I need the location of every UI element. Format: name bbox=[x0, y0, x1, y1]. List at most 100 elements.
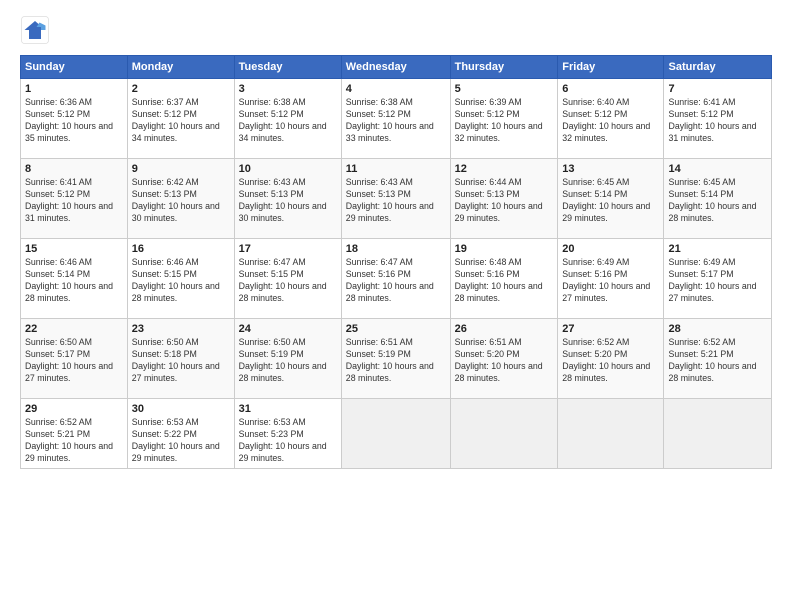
week-row-4: 22 Sunrise: 6:50 AMSunset: 5:17 PMDaylig… bbox=[21, 319, 772, 399]
weekday-header-tuesday: Tuesday bbox=[234, 56, 341, 79]
day-info: Sunrise: 6:46 AMSunset: 5:14 PMDaylight:… bbox=[25, 257, 113, 303]
day-info: Sunrise: 6:44 AMSunset: 5:13 PMDaylight:… bbox=[455, 177, 543, 223]
day-number: 18 bbox=[346, 243, 446, 255]
day-number: 10 bbox=[239, 163, 337, 175]
calendar-cell: 8 Sunrise: 6:41 AMSunset: 5:12 PMDayligh… bbox=[21, 159, 128, 239]
calendar-cell: 7 Sunrise: 6:41 AMSunset: 5:12 PMDayligh… bbox=[664, 79, 772, 159]
weekday-header-sunday: Sunday bbox=[21, 56, 128, 79]
weekday-header-friday: Friday bbox=[558, 56, 664, 79]
calendar-cell: 10 Sunrise: 6:43 AMSunset: 5:13 PMDaylig… bbox=[234, 159, 341, 239]
day-info: Sunrise: 6:38 AMSunset: 5:12 PMDaylight:… bbox=[239, 97, 327, 143]
page: SundayMondayTuesdayWednesdayThursdayFrid… bbox=[0, 0, 792, 612]
week-row-5: 29 Sunrise: 6:52 AMSunset: 5:21 PMDaylig… bbox=[21, 399, 772, 469]
day-info: Sunrise: 6:52 AMSunset: 5:20 PMDaylight:… bbox=[562, 337, 650, 383]
calendar-cell: 9 Sunrise: 6:42 AMSunset: 5:13 PMDayligh… bbox=[127, 159, 234, 239]
calendar-cell: 26 Sunrise: 6:51 AMSunset: 5:20 PMDaylig… bbox=[450, 319, 558, 399]
day-info: Sunrise: 6:36 AMSunset: 5:12 PMDaylight:… bbox=[25, 97, 113, 143]
calendar-cell bbox=[341, 399, 450, 469]
day-info: Sunrise: 6:46 AMSunset: 5:15 PMDaylight:… bbox=[132, 257, 220, 303]
day-number: 30 bbox=[132, 403, 230, 415]
calendar-cell: 15 Sunrise: 6:46 AMSunset: 5:14 PMDaylig… bbox=[21, 239, 128, 319]
day-info: Sunrise: 6:41 AMSunset: 5:12 PMDaylight:… bbox=[25, 177, 113, 223]
calendar-cell: 28 Sunrise: 6:52 AMSunset: 5:21 PMDaylig… bbox=[664, 319, 772, 399]
day-number: 14 bbox=[668, 163, 767, 175]
day-number: 23 bbox=[132, 323, 230, 335]
day-info: Sunrise: 6:53 AMSunset: 5:22 PMDaylight:… bbox=[132, 417, 220, 463]
day-info: Sunrise: 6:52 AMSunset: 5:21 PMDaylight:… bbox=[668, 337, 756, 383]
day-number: 4 bbox=[346, 83, 446, 95]
day-number: 8 bbox=[25, 163, 123, 175]
day-number: 31 bbox=[239, 403, 337, 415]
calendar-cell: 20 Sunrise: 6:49 AMSunset: 5:16 PMDaylig… bbox=[558, 239, 664, 319]
day-number: 6 bbox=[562, 83, 659, 95]
calendar-cell: 18 Sunrise: 6:47 AMSunset: 5:16 PMDaylig… bbox=[341, 239, 450, 319]
day-number: 2 bbox=[132, 83, 230, 95]
calendar-table: SundayMondayTuesdayWednesdayThursdayFrid… bbox=[20, 55, 772, 469]
day-info: Sunrise: 6:53 AMSunset: 5:23 PMDaylight:… bbox=[239, 417, 327, 463]
logo bbox=[20, 15, 54, 45]
calendar-cell: 12 Sunrise: 6:44 AMSunset: 5:13 PMDaylig… bbox=[450, 159, 558, 239]
day-number: 7 bbox=[668, 83, 767, 95]
day-number: 21 bbox=[668, 243, 767, 255]
day-number: 27 bbox=[562, 323, 659, 335]
calendar-cell: 2 Sunrise: 6:37 AMSunset: 5:12 PMDayligh… bbox=[127, 79, 234, 159]
day-info: Sunrise: 6:45 AMSunset: 5:14 PMDaylight:… bbox=[668, 177, 756, 223]
day-info: Sunrise: 6:48 AMSunset: 5:16 PMDaylight:… bbox=[455, 257, 543, 303]
day-number: 24 bbox=[239, 323, 337, 335]
header bbox=[20, 15, 772, 45]
calendar-cell: 16 Sunrise: 6:46 AMSunset: 5:15 PMDaylig… bbox=[127, 239, 234, 319]
calendar-cell: 1 Sunrise: 6:36 AMSunset: 5:12 PMDayligh… bbox=[21, 79, 128, 159]
calendar-cell: 31 Sunrise: 6:53 AMSunset: 5:23 PMDaylig… bbox=[234, 399, 341, 469]
calendar-cell bbox=[558, 399, 664, 469]
calendar-cell: 27 Sunrise: 6:52 AMSunset: 5:20 PMDaylig… bbox=[558, 319, 664, 399]
day-info: Sunrise: 6:51 AMSunset: 5:19 PMDaylight:… bbox=[346, 337, 434, 383]
calendar-cell: 13 Sunrise: 6:45 AMSunset: 5:14 PMDaylig… bbox=[558, 159, 664, 239]
weekday-header-row: SundayMondayTuesdayWednesdayThursdayFrid… bbox=[21, 56, 772, 79]
logo-icon bbox=[20, 15, 50, 45]
week-row-2: 8 Sunrise: 6:41 AMSunset: 5:12 PMDayligh… bbox=[21, 159, 772, 239]
day-number: 11 bbox=[346, 163, 446, 175]
day-info: Sunrise: 6:47 AMSunset: 5:15 PMDaylight:… bbox=[239, 257, 327, 303]
day-info: Sunrise: 6:43 AMSunset: 5:13 PMDaylight:… bbox=[239, 177, 327, 223]
day-info: Sunrise: 6:40 AMSunset: 5:12 PMDaylight:… bbox=[562, 97, 650, 143]
calendar-cell: 19 Sunrise: 6:48 AMSunset: 5:16 PMDaylig… bbox=[450, 239, 558, 319]
day-info: Sunrise: 6:51 AMSunset: 5:20 PMDaylight:… bbox=[455, 337, 543, 383]
day-info: Sunrise: 6:50 AMSunset: 5:18 PMDaylight:… bbox=[132, 337, 220, 383]
weekday-header-monday: Monday bbox=[127, 56, 234, 79]
weekday-header-saturday: Saturday bbox=[664, 56, 772, 79]
day-info: Sunrise: 6:47 AMSunset: 5:16 PMDaylight:… bbox=[346, 257, 434, 303]
day-info: Sunrise: 6:38 AMSunset: 5:12 PMDaylight:… bbox=[346, 97, 434, 143]
day-info: Sunrise: 6:49 AMSunset: 5:17 PMDaylight:… bbox=[668, 257, 756, 303]
calendar-cell bbox=[664, 399, 772, 469]
week-row-3: 15 Sunrise: 6:46 AMSunset: 5:14 PMDaylig… bbox=[21, 239, 772, 319]
weekday-header-thursday: Thursday bbox=[450, 56, 558, 79]
day-number: 25 bbox=[346, 323, 446, 335]
calendar-cell: 14 Sunrise: 6:45 AMSunset: 5:14 PMDaylig… bbox=[664, 159, 772, 239]
day-number: 3 bbox=[239, 83, 337, 95]
calendar-cell: 23 Sunrise: 6:50 AMSunset: 5:18 PMDaylig… bbox=[127, 319, 234, 399]
day-number: 12 bbox=[455, 163, 554, 175]
day-info: Sunrise: 6:43 AMSunset: 5:13 PMDaylight:… bbox=[346, 177, 434, 223]
day-number: 16 bbox=[132, 243, 230, 255]
calendar-cell: 22 Sunrise: 6:50 AMSunset: 5:17 PMDaylig… bbox=[21, 319, 128, 399]
calendar-cell: 11 Sunrise: 6:43 AMSunset: 5:13 PMDaylig… bbox=[341, 159, 450, 239]
calendar-cell: 6 Sunrise: 6:40 AMSunset: 5:12 PMDayligh… bbox=[558, 79, 664, 159]
calendar-cell: 5 Sunrise: 6:39 AMSunset: 5:12 PMDayligh… bbox=[450, 79, 558, 159]
day-number: 26 bbox=[455, 323, 554, 335]
week-row-1: 1 Sunrise: 6:36 AMSunset: 5:12 PMDayligh… bbox=[21, 79, 772, 159]
day-number: 1 bbox=[25, 83, 123, 95]
calendar-cell: 25 Sunrise: 6:51 AMSunset: 5:19 PMDaylig… bbox=[341, 319, 450, 399]
calendar-cell: 3 Sunrise: 6:38 AMSunset: 5:12 PMDayligh… bbox=[234, 79, 341, 159]
day-number: 20 bbox=[562, 243, 659, 255]
day-number: 9 bbox=[132, 163, 230, 175]
day-number: 13 bbox=[562, 163, 659, 175]
day-number: 15 bbox=[25, 243, 123, 255]
day-number: 5 bbox=[455, 83, 554, 95]
day-info: Sunrise: 6:41 AMSunset: 5:12 PMDaylight:… bbox=[668, 97, 756, 143]
day-number: 19 bbox=[455, 243, 554, 255]
calendar-cell: 17 Sunrise: 6:47 AMSunset: 5:15 PMDaylig… bbox=[234, 239, 341, 319]
day-number: 17 bbox=[239, 243, 337, 255]
day-number: 29 bbox=[25, 403, 123, 415]
day-info: Sunrise: 6:50 AMSunset: 5:17 PMDaylight:… bbox=[25, 337, 113, 383]
day-info: Sunrise: 6:42 AMSunset: 5:13 PMDaylight:… bbox=[132, 177, 220, 223]
